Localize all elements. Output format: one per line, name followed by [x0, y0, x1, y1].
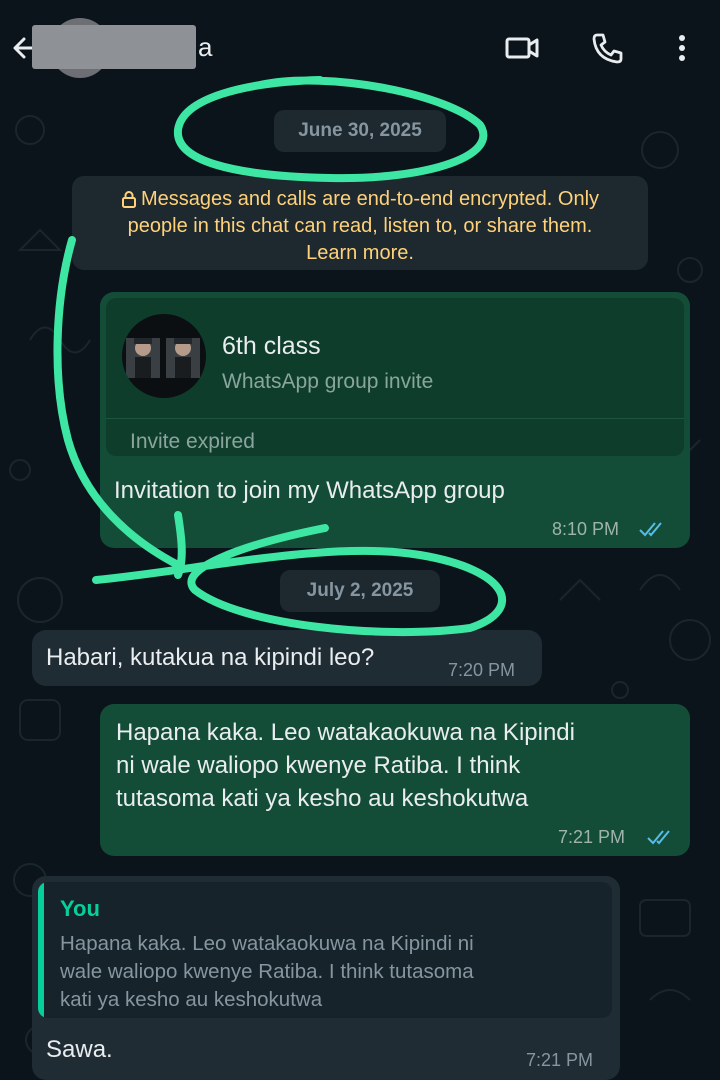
message-time: 8:10 PM: [552, 519, 620, 539]
incoming-reply-message[interactable]: You Hapana kaka. Leo watakaokuwa na Kipi…: [32, 876, 620, 1080]
message-text: Invitation to join my WhatsApp group: [114, 477, 505, 504]
outgoing-message[interactable]: Hapana kaka. Leo watakaokuwa na Kipindi …: [100, 704, 690, 856]
date-separator: June 30, 2025: [274, 110, 446, 152]
message-text-line: tutasoma kati ya kesho au keshokutwa: [116, 785, 529, 812]
quote-text-line: Hapana kaka. Leo watakaokuwa na Kipindi …: [60, 932, 474, 955]
incoming-message[interactable]: Habari, kutakua na kipindi leo? 7:20 PM: [32, 630, 542, 686]
divider: [106, 418, 684, 419]
chat-header: a: [0, 0, 720, 96]
redacted-contact-name: [32, 25, 196, 69]
message-text: Habari, kutakua na kipindi leo?: [46, 644, 375, 671]
learn-more-link[interactable]: Learn more.: [72, 240, 648, 267]
message-text-line: Hapana kaka. Leo watakaokuwa na Kipindi: [116, 719, 575, 746]
read-receipt-icon: [647, 830, 670, 845]
message-text-line: ni wale waliopo kwenye Ratiba. I think: [116, 752, 521, 779]
message-text: Sawa.: [46, 1036, 113, 1063]
lock-icon: [121, 191, 136, 208]
quote-accent-bar: [38, 882, 44, 1018]
quote-text-line: kati ya kesho au keshokutwa: [60, 988, 323, 1011]
more-options-icon[interactable]: [662, 28, 702, 68]
group-invite-card[interactable]: 6th class WhatsApp group invite Invite e…: [106, 298, 684, 456]
message-time: 7:20 PM: [448, 660, 516, 680]
voice-call-icon[interactable]: [588, 28, 628, 68]
date-separator: July 2, 2025: [280, 570, 440, 612]
contact-name[interactable]: a: [198, 32, 212, 63]
encryption-text-2: people in this chat can read, listen to,…: [127, 215, 593, 237]
quote-text-line: wale waliopo kwenye Ratiba. I think tuta…: [60, 960, 474, 983]
invite-status: Invite expired: [130, 430, 255, 453]
group-invite-label: WhatsApp group invite: [222, 370, 434, 393]
message-time: 7:21 PM: [558, 827, 626, 847]
group-name: 6th class: [222, 332, 321, 360]
group-avatar: [122, 314, 206, 398]
video-call-icon[interactable]: [502, 28, 542, 68]
group-invite-message[interactable]: 6th class WhatsApp group invite Invite e…: [100, 292, 690, 548]
message-time: 7:21 PM: [526, 1050, 594, 1070]
encryption-text-1: Messages and calls are end-to-end encryp…: [140, 188, 600, 210]
encryption-notice[interactable]: Messages and calls are end-to-end encryp…: [72, 176, 648, 270]
read-receipt-icon: [639, 522, 662, 537]
quote-author: You: [60, 896, 100, 921]
quoted-message[interactable]: You Hapana kaka. Leo watakaokuwa na Kipi…: [38, 882, 612, 1018]
